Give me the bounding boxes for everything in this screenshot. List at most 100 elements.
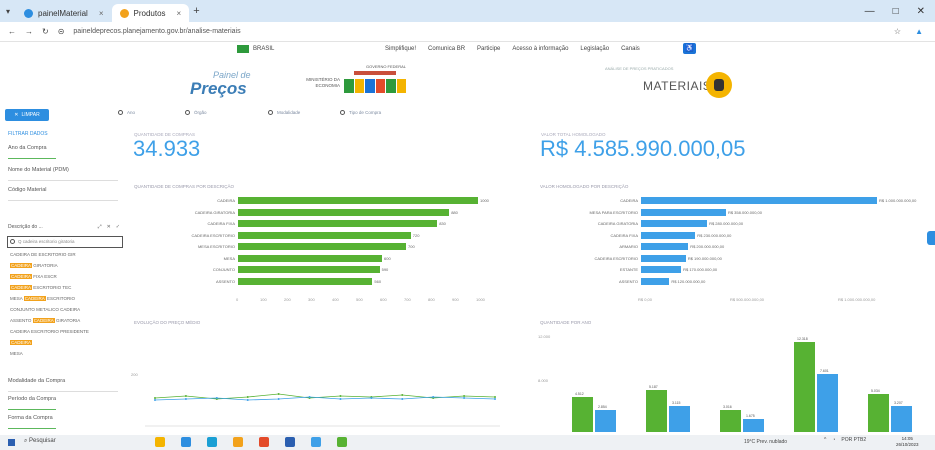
browser-menu-icon[interactable]: ▾ — [6, 7, 10, 16]
taskbar-app-icon[interactable] — [181, 437, 191, 447]
column-bar[interactable] — [669, 406, 690, 432]
bar[interactable] — [641, 220, 708, 227]
column-bar[interactable] — [720, 409, 741, 432]
taskbar-app-icon[interactable] — [207, 437, 217, 447]
accessibility-icon[interactable]: ♿ — [683, 43, 696, 54]
clear-filters-button[interactable]: ✕ LIMPAR — [5, 109, 49, 121]
system-tray[interactable]: ^ ◔ POR PTB2 — [824, 437, 866, 443]
profile-icon[interactable]: ▲ — [915, 27, 923, 36]
line-point[interactable] — [277, 393, 280, 395]
bar[interactable] — [238, 208, 450, 216]
field-nome-material[interactable]: Nome do Material (PDM) — [8, 167, 118, 181]
line-point[interactable] — [432, 396, 435, 398]
line-point[interactable] — [215, 397, 218, 399]
column-bar[interactable] — [595, 409, 616, 432]
line-point[interactable] — [370, 397, 373, 399]
gov-link[interactable]: Simplifique! — [385, 46, 416, 52]
description-option[interactable]: CADEIRA — [10, 340, 33, 345]
filter-chip-tipo[interactable]: Tipo de Compra — [340, 110, 381, 115]
wifi-icon[interactable]: ◔ — [832, 437, 835, 443]
chevron-up-icon[interactable]: ^ — [824, 437, 826, 443]
maximize-icon[interactable]: □ — [893, 6, 899, 17]
reload-icon[interactable]: ↻ — [42, 27, 49, 36]
field-modalidade[interactable]: Modalidade da Compra — [8, 378, 118, 392]
line-point[interactable] — [277, 398, 280, 400]
line-point[interactable] — [401, 398, 404, 400]
description-option[interactable]: CADEIRA DE ESCRITORIO GIR — [10, 252, 76, 257]
confirm-icon[interactable]: ✓ — [116, 224, 120, 230]
bookmark-star-icon[interactable]: ☆ — [894, 27, 901, 36]
line-point[interactable] — [401, 394, 404, 396]
column-bar[interactable] — [646, 390, 667, 432]
field-periodo[interactable]: Período da Compra — [8, 396, 118, 410]
description-option[interactable]: CADEIRA GIRATORIA — [10, 263, 58, 268]
bar[interactable] — [238, 231, 411, 239]
line-point[interactable] — [339, 398, 342, 400]
field-ano-compra[interactable]: Ano da Compra — [8, 145, 118, 159]
bar[interactable] — [238, 197, 478, 204]
column-bar[interactable] — [572, 396, 593, 432]
gov-link[interactable]: Legislação — [580, 46, 609, 52]
minimize-icon[interactable]: — — [865, 6, 875, 17]
gov-link[interactable]: Participe — [477, 46, 500, 52]
gov-label[interactable]: BRASIL — [253, 46, 274, 52]
url-field[interactable]: paineldeprecos.planejamento.gov.br/anali… — [73, 28, 240, 35]
line-point[interactable] — [463, 395, 466, 397]
bar[interactable] — [641, 266, 682, 273]
taskbar-app-icon[interactable] — [155, 437, 165, 447]
column-bar[interactable] — [794, 342, 815, 432]
clock[interactable]: 14:05 26/10/2023 — [896, 436, 919, 448]
close-window-icon[interactable]: ✕ — [917, 6, 925, 17]
filter-chip-orgao[interactable]: Órgão — [185, 110, 207, 115]
side-panel-tab[interactable] — [927, 231, 935, 245]
taskbar-app-icon[interactable] — [233, 437, 243, 447]
bar[interactable] — [238, 243, 406, 250]
bar[interactable] — [238, 220, 438, 227]
bar[interactable] — [641, 243, 689, 250]
filter-chip-modalidade[interactable]: Modalidade — [268, 110, 300, 115]
bar[interactable] — [238, 277, 373, 285]
site-logo[interactable]: Preços — [190, 79, 247, 99]
line-point[interactable] — [154, 399, 156, 401]
taskbar-app-icon[interactable] — [285, 437, 295, 447]
bar[interactable] — [238, 254, 382, 262]
forward-icon[interactable]: → — [25, 27, 33, 36]
line-point[interactable] — [184, 395, 187, 397]
gov-link[interactable]: Acesso à informação — [512, 46, 568, 52]
line-series[interactable] — [154, 396, 496, 401]
site-info-icon[interactable]: ⊝ — [58, 27, 65, 36]
browser-tab-1[interactable]: Produtos × — [111, 4, 190, 22]
description-option[interactable]: CONJUNTO METALICO CADEIRA — [10, 307, 80, 312]
weather-widget[interactable]: 19°C Prev. nublado — [744, 439, 787, 445]
line-point[interactable] — [246, 396, 249, 398]
gov-link[interactable]: Comunica BR — [428, 46, 465, 52]
line-point[interactable] — [339, 395, 342, 397]
taskbar-app-icon[interactable] — [337, 437, 347, 447]
line-point[interactable] — [246, 399, 249, 401]
back-icon[interactable]: ← — [8, 27, 16, 36]
bar[interactable] — [641, 277, 670, 285]
line-point[interactable] — [494, 396, 496, 398]
bar[interactable] — [641, 197, 877, 204]
field-codigo-material[interactable]: Código Material — [8, 187, 118, 201]
gov-link[interactable]: Canais — [621, 46, 640, 52]
description-option[interactable]: CADEIRA FIXA ESCR — [10, 274, 57, 279]
line-point[interactable] — [308, 396, 311, 398]
close-tab-icon[interactable]: × — [177, 9, 182, 18]
description-option[interactable]: ASSENTO CADEIRA GIRATORIA — [10, 318, 80, 323]
bar[interactable] — [641, 208, 726, 216]
line-point[interactable] — [463, 397, 466, 399]
description-option[interactable]: CADEIRA ESCRITORIO PRESIDENTE — [10, 329, 89, 334]
bar[interactable] — [238, 266, 380, 273]
close-tab-icon[interactable]: × — [99, 9, 104, 18]
description-search-input[interactable]: Q cadeira escritorio giratoria — [7, 236, 123, 248]
bar[interactable] — [641, 254, 686, 262]
column-bar[interactable] — [743, 419, 764, 432]
windows-start-icon[interactable] — [8, 439, 15, 446]
column-bar[interactable] — [891, 406, 912, 432]
column-bar[interactable] — [817, 374, 838, 432]
line-point[interactable] — [494, 398, 496, 400]
field-forma[interactable]: Forma da Compra — [8, 415, 118, 429]
taskbar-search[interactable]: ⌕ Pesquisar — [24, 438, 56, 445]
filter-chip-ano[interactable]: Ano — [118, 110, 135, 115]
